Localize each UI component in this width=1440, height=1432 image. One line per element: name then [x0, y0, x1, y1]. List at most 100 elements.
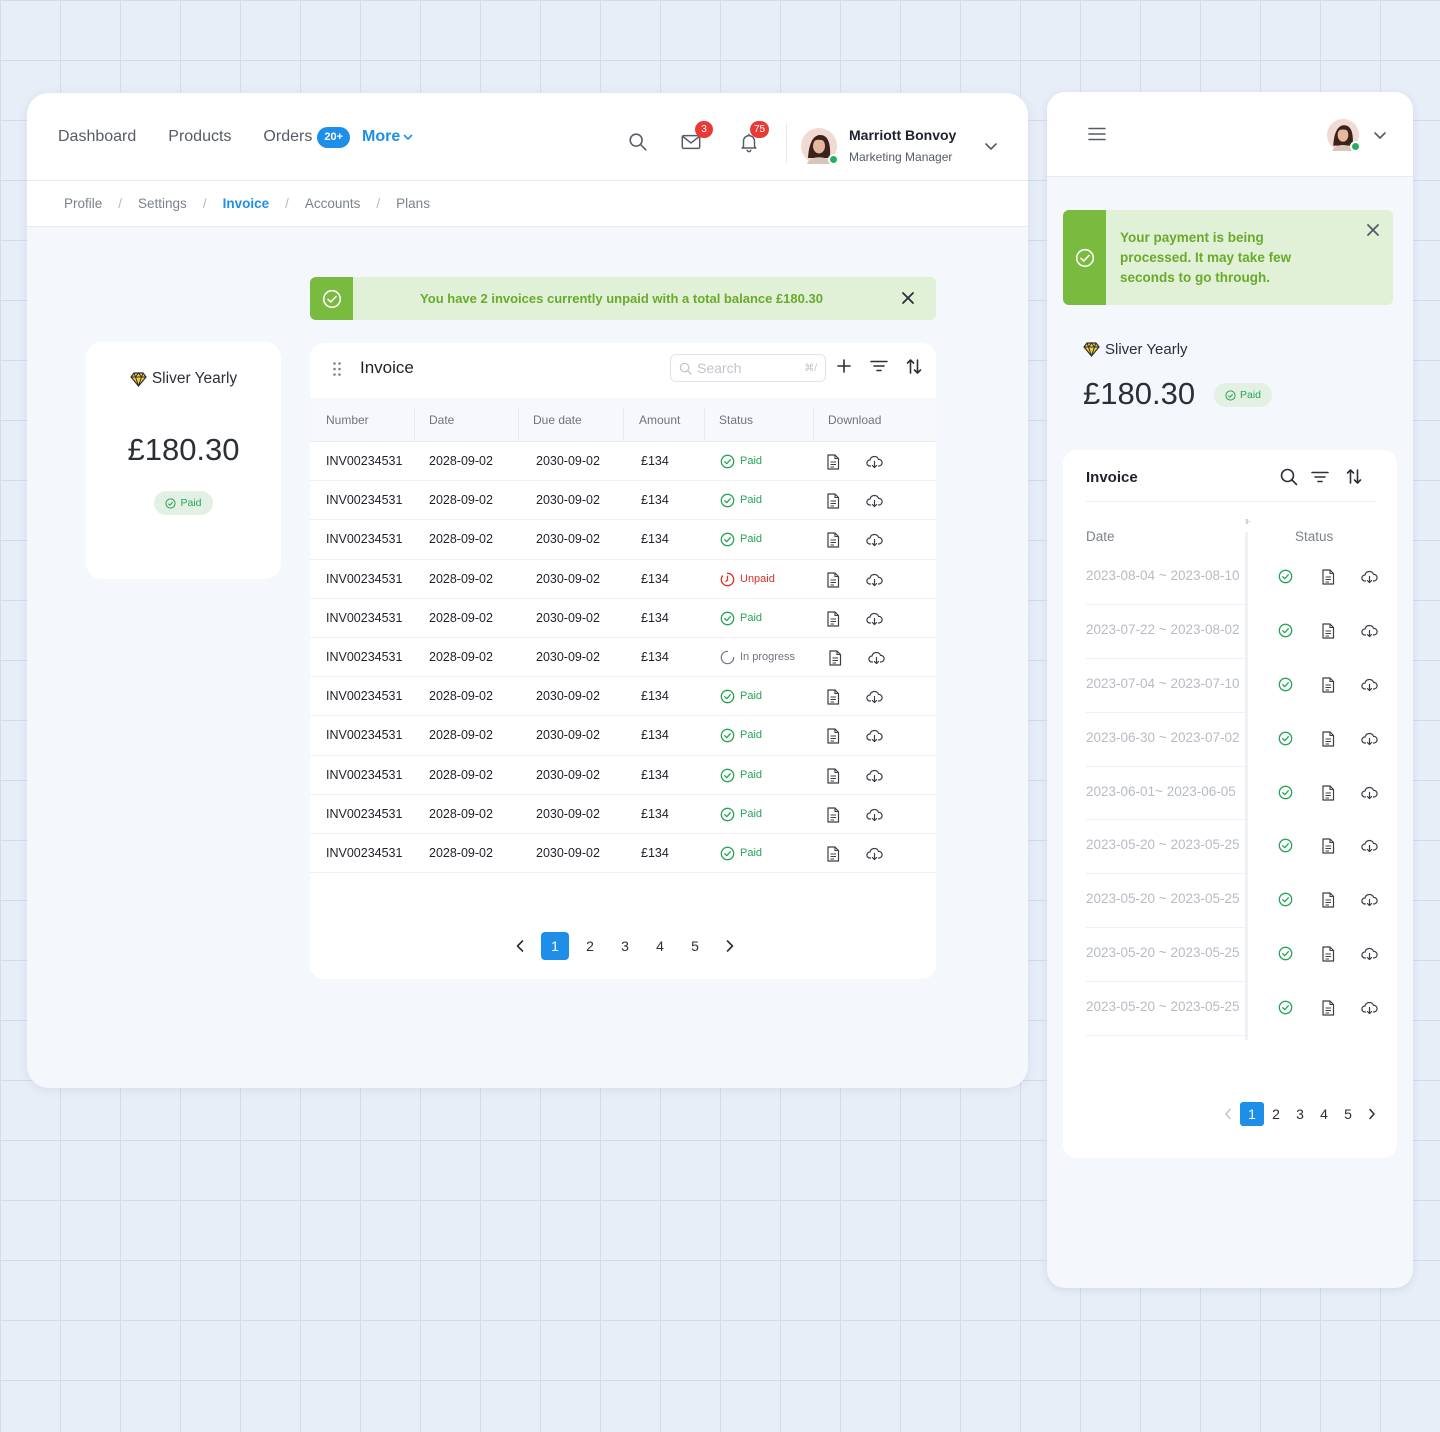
plus-icon[interactable] [837, 359, 851, 373]
column-header-date[interactable]: Date [1086, 529, 1115, 544]
chevron-left-icon[interactable] [506, 932, 534, 960]
document-icon[interactable] [1321, 731, 1335, 747]
cloud-download-icon[interactable] [866, 729, 883, 743]
cloud-download-icon[interactable] [1361, 786, 1378, 800]
cloud-download-icon[interactable] [1361, 947, 1378, 961]
table-row[interactable]: INV00234531 2028-09-02 2030-09-02 £134 Unpai… [310, 560, 936, 599]
chevron-down-icon[interactable] [983, 138, 999, 154]
document-icon[interactable] [826, 767, 840, 784]
table-row[interactable]: INV00234531 2028-09-02 2030-09-02 £134 Paid [310, 756, 936, 795]
table-row[interactable]: INV00234531 2028-09-02 2030-09-02 £134 Paid [310, 481, 936, 521]
document-icon[interactable] [826, 454, 840, 470]
list-item[interactable]: 2023-06-01~ 2023-06-05 [1063, 767, 1397, 821]
user-menu[interactable]: Marriott Bonvoy Marketing Manager [801, 127, 999, 165]
chevron-right-icon[interactable] [1360, 1102, 1384, 1126]
table-row[interactable]: INV00234531 2028-09-02 2030-09-02 £134 In pr… [310, 638, 936, 678]
search-input[interactable] [697, 360, 797, 376]
page-4[interactable]: 4 [1312, 1102, 1336, 1126]
nav-orders[interactable]: Orders 20+ [263, 126, 350, 148]
search-icon[interactable] [1280, 468, 1298, 486]
page-4[interactable]: 4 [646, 932, 674, 960]
cloud-download-icon[interactable] [866, 455, 883, 469]
column-header-date[interactable]: Date [429, 398, 454, 442]
table-row[interactable]: INV00234531 2028-09-02 2030-09-02 £134 Paid [310, 442, 936, 482]
table-row[interactable]: INV00234531 2028-09-02 2030-09-02 £134 Paid [310, 520, 936, 560]
menu-icon[interactable] [1088, 127, 1106, 141]
column-header-download[interactable]: Download [828, 398, 881, 442]
cloud-download-icon[interactable] [1361, 839, 1378, 853]
document-icon[interactable] [826, 728, 840, 744]
cloud-download-icon[interactable] [866, 769, 883, 783]
column-header-amount[interactable]: Amount [639, 398, 680, 442]
cloud-download-icon[interactable] [866, 573, 883, 587]
nav-products[interactable]: Products [168, 128, 231, 146]
nav-more-dropdown[interactable]: More [362, 128, 413, 146]
cloud-download-icon[interactable] [1361, 732, 1378, 746]
sort-icon[interactable] [906, 358, 922, 375]
column-header-number[interactable]: Number [326, 398, 369, 442]
list-item[interactable]: 2023-07-04 ~ 2023-07-10 [1063, 659, 1397, 713]
page-3[interactable]: 3 [611, 932, 639, 960]
column-header-due-date[interactable]: Due date [533, 398, 582, 442]
cloud-download-icon[interactable] [866, 612, 883, 626]
avatar[interactable] [1327, 119, 1361, 152]
breadcrumb-profile[interactable]: Profile [64, 196, 102, 211]
page-5[interactable]: 5 [1336, 1102, 1360, 1126]
document-icon[interactable] [1321, 838, 1335, 855]
cloud-download-icon[interactable] [866, 533, 883, 547]
breadcrumb-invoice[interactable]: Invoice [223, 196, 270, 211]
document-icon[interactable] [1321, 1000, 1335, 1016]
search-icon[interactable] [627, 131, 651, 155]
chevron-down-icon[interactable] [1373, 128, 1387, 142]
breadcrumb-settings[interactable]: Settings [138, 196, 187, 211]
page-3[interactable]: 3 [1288, 1102, 1312, 1126]
table-row[interactable]: INV00234531 2028-09-02 2030-09-02 £134 Paid [310, 795, 936, 834]
cloud-download-icon[interactable] [1361, 570, 1378, 584]
document-icon[interactable] [826, 493, 840, 509]
cloud-download-icon[interactable] [1361, 624, 1378, 638]
page-2[interactable]: 2 [576, 932, 604, 960]
breadcrumb-plans[interactable]: Plans [396, 196, 430, 211]
filter-icon[interactable] [1311, 470, 1329, 484]
document-icon[interactable] [1321, 677, 1335, 693]
list-item[interactable]: 2023-05-20 ~ 2023-05-25 [1063, 928, 1397, 983]
document-icon[interactable] [1321, 623, 1335, 639]
document-icon[interactable] [826, 611, 840, 627]
column-header-status[interactable]: Status [719, 398, 753, 442]
table-row[interactable]: INV00234531 2028-09-02 2030-09-02 £134 Paid [310, 677, 936, 717]
document-icon[interactable] [828, 650, 842, 666]
filter-icon[interactable] [870, 359, 888, 373]
mail-icon[interactable]: 3 [680, 121, 713, 155]
document-icon[interactable] [1321, 892, 1335, 908]
page-1[interactable]: 1 [1240, 1102, 1264, 1126]
chevron-left-icon[interactable] [1216, 1102, 1240, 1126]
list-item[interactable]: 2023-05-20 ~ 2023-05-25 [1063, 820, 1397, 875]
document-icon[interactable] [1321, 784, 1335, 801]
close-icon[interactable] [901, 291, 915, 305]
close-icon[interactable] [1366, 223, 1380, 237]
cloud-download-icon[interactable] [866, 690, 883, 704]
table-row[interactable]: INV00234531 2028-09-02 2030-09-02 £134 Paid [310, 716, 936, 756]
list-item[interactable]: 2023-08-04 ~ 2023-08-10 [1063, 551, 1397, 605]
cloud-download-icon[interactable] [1361, 1001, 1378, 1015]
column-resize-handle[interactable]: ıı· [1245, 516, 1251, 526]
chevron-right-icon[interactable] [716, 932, 744, 960]
cloud-download-icon[interactable] [866, 494, 883, 508]
document-icon[interactable] [1321, 569, 1335, 585]
page-5[interactable]: 5 [681, 932, 709, 960]
cloud-download-icon[interactable] [866, 808, 883, 822]
list-item[interactable]: 2023-07-22 ~ 2023-08-02 [1063, 605, 1397, 659]
document-icon[interactable] [826, 689, 840, 705]
list-item[interactable]: 2023-05-20 ~ 2023-05-25 [1063, 874, 1397, 929]
document-icon[interactable] [1321, 946, 1335, 962]
list-item[interactable]: 2023-06-30 ~ 2023-07-02 [1063, 713, 1397, 767]
nav-dashboard[interactable]: Dashboard [58, 128, 136, 146]
column-header-status[interactable]: Status [1295, 529, 1333, 544]
document-icon[interactable] [826, 807, 840, 823]
cloud-download-icon[interactable] [866, 847, 883, 861]
breadcrumb-accounts[interactable]: Accounts [305, 196, 361, 211]
document-icon[interactable] [826, 846, 840, 862]
page-1[interactable]: 1 [541, 932, 569, 960]
document-icon[interactable] [826, 571, 840, 588]
cloud-download-icon[interactable] [1361, 678, 1378, 692]
